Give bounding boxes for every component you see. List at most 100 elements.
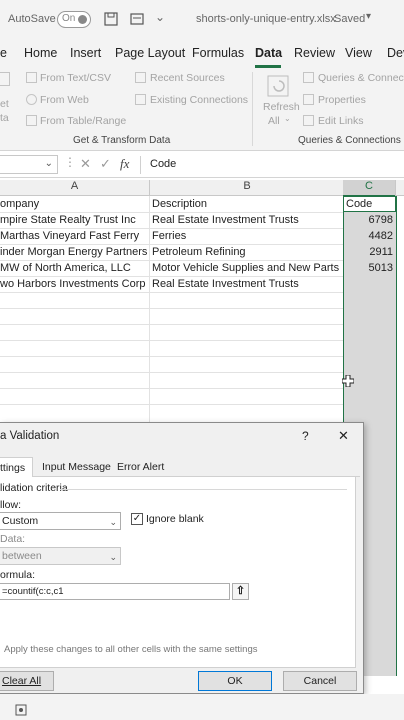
clear-all-button[interactable]: Clear All [0,671,54,691]
accessibility-icon[interactable] [15,704,27,716]
help-button[interactable]: ? [302,429,309,443]
formula-bar-menu-icon[interactable]: ⋮ [64,155,76,169]
table-row-cell[interactable]: inder Morgan Energy Partners [0,244,147,260]
formula-input[interactable]: =countif(c:c,c1 [0,583,230,600]
collapse-dialog-icon[interactable]: ⇧ [232,583,249,600]
autosave-label: AutoSave [8,13,56,25]
table-row-cell[interactable]: 6798 [346,212,393,228]
tab-developer[interactable]: Dev [387,46,404,60]
toggle-state: On [62,13,76,24]
grid-line [0,404,343,405]
tab-insert[interactable]: Insert [70,46,101,60]
tab-view[interactable]: View [345,46,372,60]
table-row-cell[interactable]: MW of North America, LLC [0,260,147,276]
table-row-cell[interactable]: mpire State Realty Trust Inc [0,212,147,228]
formula-bar: ⌄ ⋮ ✕ ✓ fx Code [0,153,404,178]
get-data-label-partial[interactable]: et [0,98,9,110]
group-queries-label: Queries & Connections [298,135,401,146]
cancel-button[interactable]: Cancel [283,671,357,691]
column-header-c[interactable]: C [343,180,395,197]
ribbon-tabs: e Home Insert Page Layout Formulas Data … [0,38,404,68]
title-bar: AutoSave On ⌄ shorts-only-unique-entry.x… [0,0,404,38]
allow-chevron-down-icon[interactable]: ⌄ [109,514,117,530]
close-button[interactable]: ✕ [338,428,349,444]
table-icon [26,115,37,126]
column-header-a[interactable]: A [0,180,149,196]
name-box-dropdown-icon[interactable]: ⌄ [45,158,53,169]
column-header-b[interactable]: B [149,180,344,196]
refresh-dropdown-icon[interactable]: ⌄ [284,114,291,123]
queries-icon [303,72,314,83]
table-row-cell[interactable]: Real Estate Investment Trusts [152,212,342,228]
from-table-range-button[interactable]: From Table/Range [40,115,126,127]
save-state-chevron-icon[interactable]: ▾ [366,11,371,22]
toggle-knob [78,15,87,24]
cancel-icon[interactable]: ✕ [80,156,91,172]
tab-error-alert[interactable]: Error Alert [117,457,164,477]
data-select[interactable]: between ⌄ [0,547,121,565]
cell-cursor-icon [342,375,354,387]
allow-select[interactable]: Custom ⌄ [0,512,121,530]
tab-page-layout[interactable]: Page Layout [115,46,185,60]
table-row-cell[interactable]: wo Harbors Investments Corp [0,276,147,292]
grid-line [0,324,343,325]
table-row-cell[interactable]: Motor Vehicle Supplies and New Parts [152,260,342,276]
ok-button[interactable]: OK [198,671,272,691]
recent-sources-button[interactable]: Recent Sources [150,72,225,84]
table-row-cell[interactable]: Marthas Vineyard Fast Ferry [0,228,147,244]
column-header-d[interactable] [395,180,404,196]
properties-button[interactable]: Properties [318,94,366,106]
tab-formulas[interactable]: Formulas [192,46,244,60]
grid-line [0,372,343,373]
queries-connections-button[interactable]: Queries & Connecti [318,72,404,84]
tab-settings[interactable]: ttings [0,457,33,477]
cell-code-header[interactable]: Code [346,196,392,212]
allow-value: Custom [2,515,39,527]
ignore-blank-checkbox[interactable]: ✓ [131,513,143,525]
tab-home[interactable]: Home [24,46,57,60]
get-data-label-partial2[interactable]: ta [0,112,9,124]
table-row-cell[interactable]: 5013 [346,260,393,276]
tab-file[interactable]: e [0,46,7,60]
grid-line [0,356,343,357]
form-icon[interactable] [130,12,144,26]
name-box[interactable]: ⌄ [0,155,58,174]
grid-line [0,308,343,309]
grid-line [149,196,150,426]
data-chevron-down-icon[interactable]: ⌄ [109,549,117,565]
enter-icon[interactable]: ✓ [100,156,111,172]
refresh-all-icon[interactable] [266,74,292,100]
save-icon[interactable] [104,12,118,26]
ignore-blank-label: Ignore blank [146,513,204,525]
table-row-cell[interactable]: 2911 [346,244,393,260]
recent-sources-icon [135,72,146,83]
table-row-cell[interactable]: Petroleum Refining [152,244,342,260]
column-c-label: C [365,180,373,192]
existing-connections-icon [135,94,146,105]
data-label: Data: [0,533,26,545]
dialog-title: a Validation [0,430,60,442]
tab-data[interactable]: Data [255,46,282,60]
get-data-icon[interactable] [0,72,10,86]
existing-connections-button[interactable]: Existing Connections [150,94,248,106]
autosave-toggle[interactable]: On [57,11,91,28]
group-separator [252,72,253,146]
refresh-all-label[interactable]: All [268,115,280,127]
table-row-cell[interactable]: 4482 [346,228,393,244]
data-validation-dialog: a Validation ? ✕ ttings Input Message Er… [0,422,364,694]
tab-review[interactable]: Review [294,46,335,60]
tab-input-message[interactable]: Input Message [42,457,111,477]
table-row-cell[interactable]: Real Estate Investment Trusts [152,276,342,292]
ribbon: et ta From Text/CSV From Web From Table/… [0,68,404,151]
formula-label: ormula: [0,569,36,581]
insert-function-icon[interactable]: fx [120,156,129,172]
edit-links-button[interactable]: Edit Links [318,115,364,127]
cell-company-header[interactable]: ompany [0,196,147,212]
table-row-cell[interactable]: Ferries [152,228,342,244]
from-text-csv-button[interactable]: From Text/CSV [40,72,111,84]
from-web-button[interactable]: From Web [40,94,89,106]
formula-content[interactable]: Code [150,158,176,170]
refresh-label[interactable]: Refresh [263,101,300,113]
cell-description-header[interactable]: Description [152,196,342,212]
customize-qat-icon[interactable]: ⌄ [155,10,165,24]
